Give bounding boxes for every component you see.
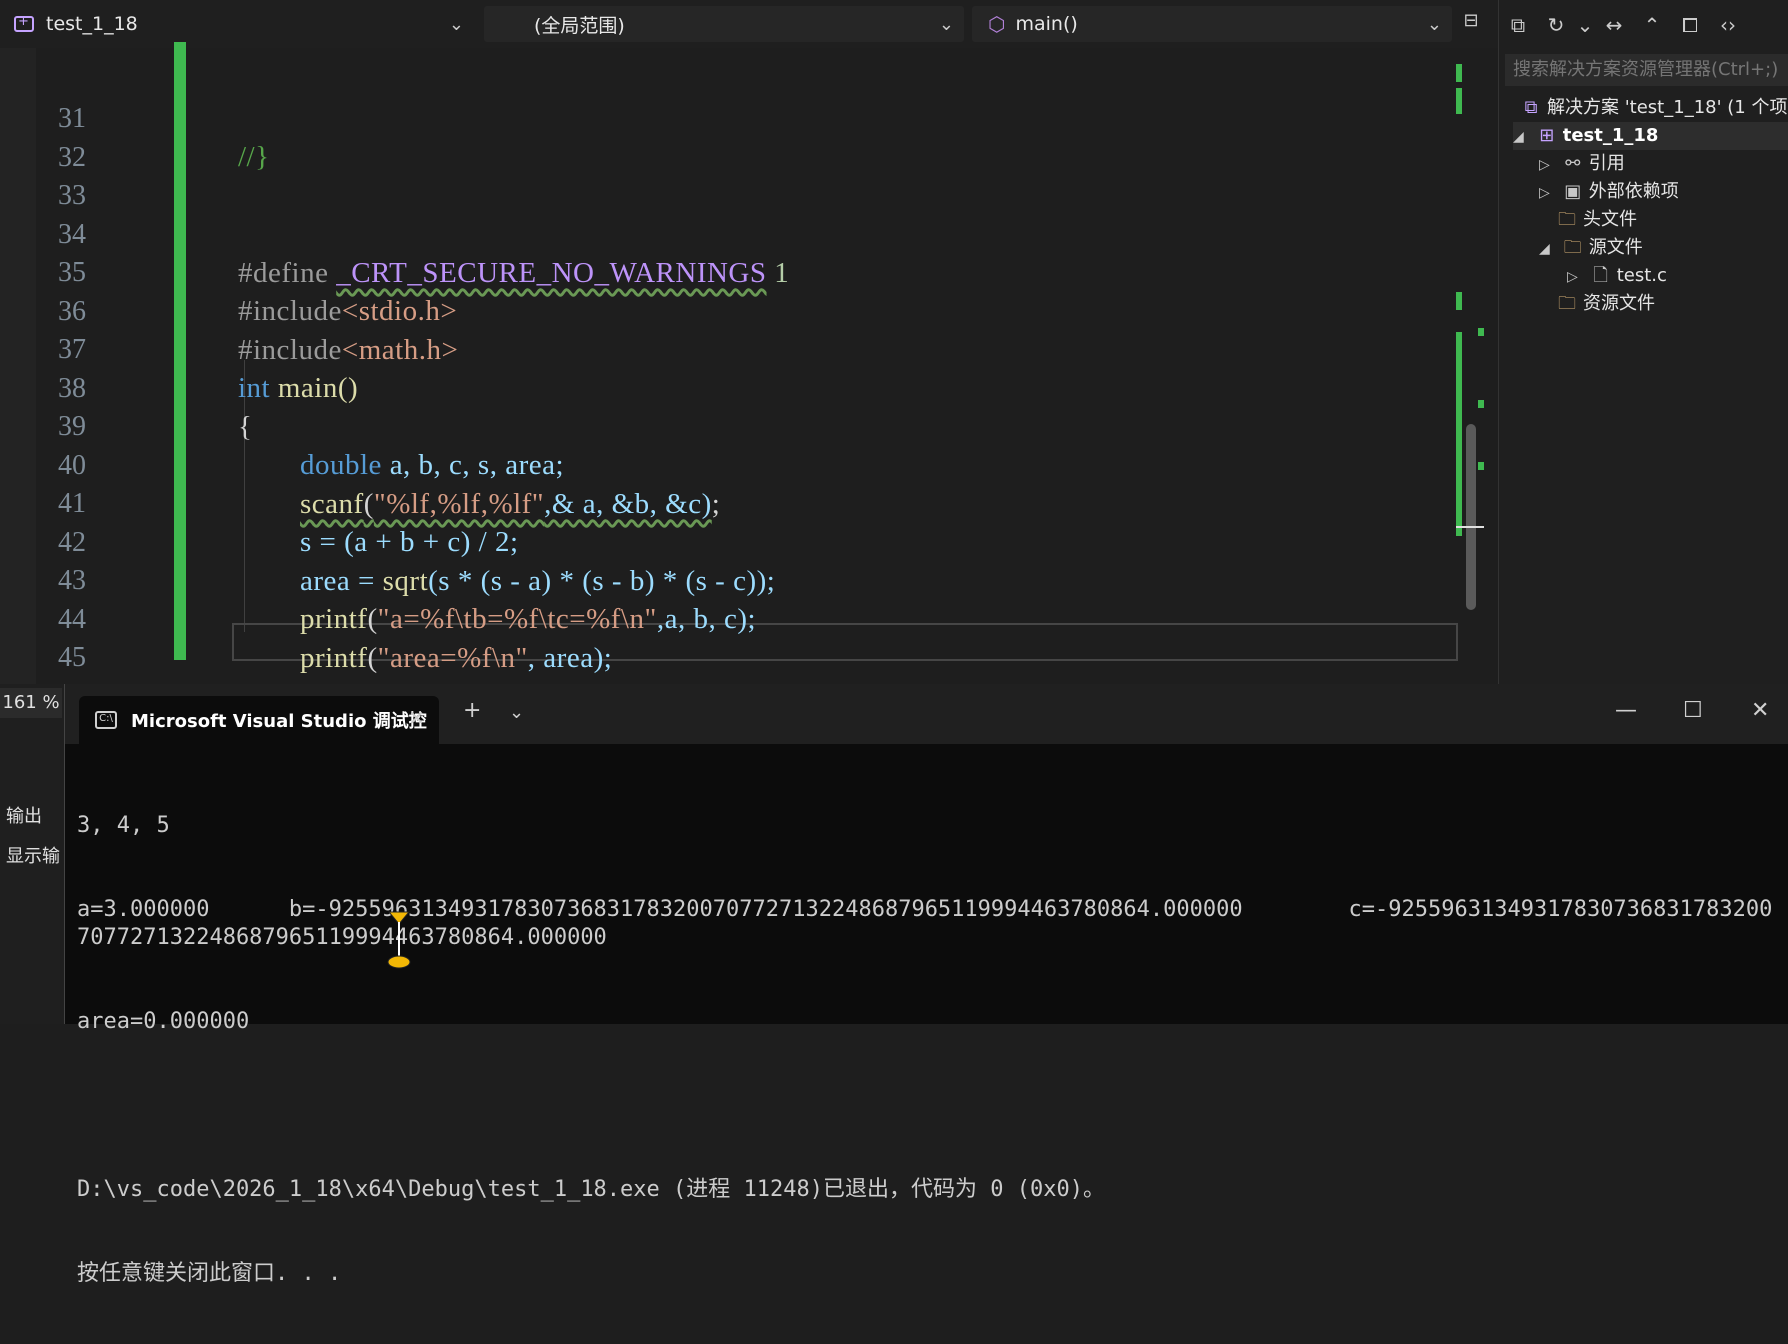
editor-navigation-bar: test_1_18 ⌄ (全局范围) ⌄ ⬡ main() ⌄ ⊟ [0,0,1502,48]
scroll-change-marker [1456,88,1462,114]
code-view-icon[interactable]: ‹› [1709,13,1747,37]
new-tab-icon[interactable]: + [463,698,481,723]
tree-item-resource-files[interactable]: 🗀 资源文件 [1555,290,1655,318]
scroll-change-marker [1456,332,1462,536]
sync-icon[interactable]: ↔ [1595,13,1633,37]
code-line[interactable]: 41 s = (a + b + c) / 2; [0,447,1460,558]
tree-item-header-files[interactable]: 🗀 头文件 [1555,206,1637,234]
console-output[interactable]: 3, 4, 5 a=3.000000 b=-925596313493178307… [77,756,1777,1344]
collapsed-arrow-icon: ▷ [1567,269,1578,285]
busy-cursor-icon [387,911,411,969]
console-tab[interactable]: C:\ Microsoft Visual Studio 调试控 ✕ [79,696,439,744]
chevron-down-icon[interactable]: ⌄ [1575,13,1595,37]
code-line[interactable]: 38 { [0,332,1460,443]
code-line[interactable]: 37 int main() [0,293,1460,404]
function-dropdown-label: main() [1015,13,1078,35]
tree-item-references[interactable]: ▷ ⚯ 引用 [1539,150,1625,178]
code-line[interactable]: 39 double a, b, c, s, area; [0,370,1460,481]
function-cube-icon: ⬡ [988,12,1006,36]
external-dependencies-icon: ▣ [1564,181,1582,202]
scroll-change-marker [1478,328,1484,336]
code-line[interactable]: 31 //} [0,62,1460,173]
code-editor[interactable]: 31 //} 32 33 34 #define _CRT_SECURE_NO_W… [0,42,1488,751]
scope-dropdown-label: (全局范围) [534,14,625,37]
vertical-scrollbar-thumb[interactable] [1466,424,1476,610]
terminal-icon: C:\ [95,711,117,729]
code-line[interactable]: 45 return 0; [0,601,1460,712]
close-icon[interactable]: ✕ [408,706,425,730]
switch-views-icon[interactable]: ⧉ [1499,13,1537,37]
minimize-icon[interactable]: — [1615,698,1637,723]
code-line[interactable]: 43 printf("a=%f\tb=%f\tc=%f\n",a, b, c); [0,524,1460,635]
zoom-level[interactable]: 161 % [0,688,62,718]
code-line[interactable]: 32 [0,101,1460,173]
collapsed-arrow-icon: ▷ [1539,185,1550,201]
project-icon: ⊞ [1539,125,1555,146]
code-line[interactable]: 35 #include<stdio.h> [0,216,1460,327]
tree-item-external-dependencies[interactable]: ▷ ▣ 外部依赖项 [1539,178,1679,206]
history-icon[interactable]: ↻ [1537,13,1575,37]
copy-icon[interactable]: ⧠ [1671,13,1709,37]
folder-icon: 🗀 [1558,293,1576,314]
scroll-change-marker [1456,292,1462,310]
c-file-icon: 🗋 [1593,265,1608,286]
code-line[interactable]: 36 #include<math.h> [0,255,1460,366]
output-tab[interactable]: 输出 [6,802,42,828]
chevron-down-icon[interactable]: ⌄ [509,702,524,723]
window-close-icon[interactable]: ✕ [1751,698,1769,723]
tree-item-solution[interactable]: ⧉ 解决方案 'test_1_18' (1 个项目 [1519,94,1788,122]
solution-icon: ⧉ [1524,97,1538,118]
collapse-all-icon[interactable]: ⌃ [1633,13,1671,37]
folder-icon: 🗀 [1558,209,1576,230]
console-title-bar: C:\ Microsoft Visual Studio 调试控 ✕ + ⌄ — … [65,684,1788,744]
project-dropdown-label: test_1_18 [46,13,138,35]
solution-explorer-toolbar: ⧉ ↻ ⌄ ↔ ⌃ ⧠ ‹› [1499,0,1788,50]
chevron-down-icon: ⌄ [1426,14,1442,35]
function-dropdown[interactable]: ⬡ main() ⌄ [972,6,1452,42]
tree-item-source-files[interactable]: ◢ 🗀 源文件 [1539,234,1643,262]
console-line: D:\vs_code\2026_1_18\x64\Debug\test_1_18… [77,1177,1105,1202]
scroll-change-marker [1456,64,1462,82]
tree-item-test-c[interactable]: ▷ 🗋 test.c [1567,262,1667,290]
expanded-arrow-icon: ◢ [1513,129,1524,145]
expanded-arrow-icon: ◢ [1539,241,1550,257]
show-output-label: 显示输 [6,846,60,867]
references-icon: ⚯ [1565,153,1581,174]
console-tab-title: Microsoft Visual Studio 调试控 [131,711,427,732]
chevron-down-icon: ⌄ [448,14,464,35]
split-editor-icon[interactable]: ⊟ [1460,10,1482,32]
scroll-change-marker [1478,462,1484,470]
code-line[interactable]: 34 #define _CRT_SECURE_NO_WARNINGS 1 [0,178,1460,289]
console-line: a=3.000000 b=-92559631349317830736831783… [77,897,1773,950]
maximize-icon[interactable]: ☐ [1683,698,1703,723]
output-panel-strip: 161 % 输出 显示输 [0,684,64,1024]
scroll-change-marker [1478,400,1484,408]
project-dropdown[interactable]: test_1_18 ⌄ [6,6,474,42]
project-icon [14,14,34,32]
folder-icon: 🗀 [1563,237,1582,258]
scroll-position-indicator [1456,526,1484,528]
tree-item-project[interactable]: ◢ ⊞ test_1_18 [1513,122,1788,150]
chevron-down-icon: ⌄ [938,14,954,35]
code-line[interactable]: 44 printf("area=%f\n", area); [0,563,1460,674]
console-line: 按任意键关闭此窗口. . . [77,1261,342,1286]
debug-console-window: C:\ Microsoft Visual Studio 调试控 ✕ + ⌄ — … [64,684,1788,1286]
collapsed-arrow-icon: ▷ [1539,157,1550,173]
code-line[interactable]: 46 } [0,640,1460,751]
solution-search-input[interactable] [1505,54,1788,86]
code-line[interactable]: 33 [0,139,1460,211]
scope-dropdown[interactable]: (全局范围) ⌄ [484,6,964,42]
code-line[interactable]: 40 scanf("%lf,%lf,%lf",& a, &b, &c); [0,409,1460,520]
console-line: area=0.000000 [77,1009,250,1034]
code-line[interactable]: 42 area = sqrt(s * (s - a) * (s - b) * (… [0,486,1460,597]
console-line: 3, 4, 5 [77,813,170,838]
